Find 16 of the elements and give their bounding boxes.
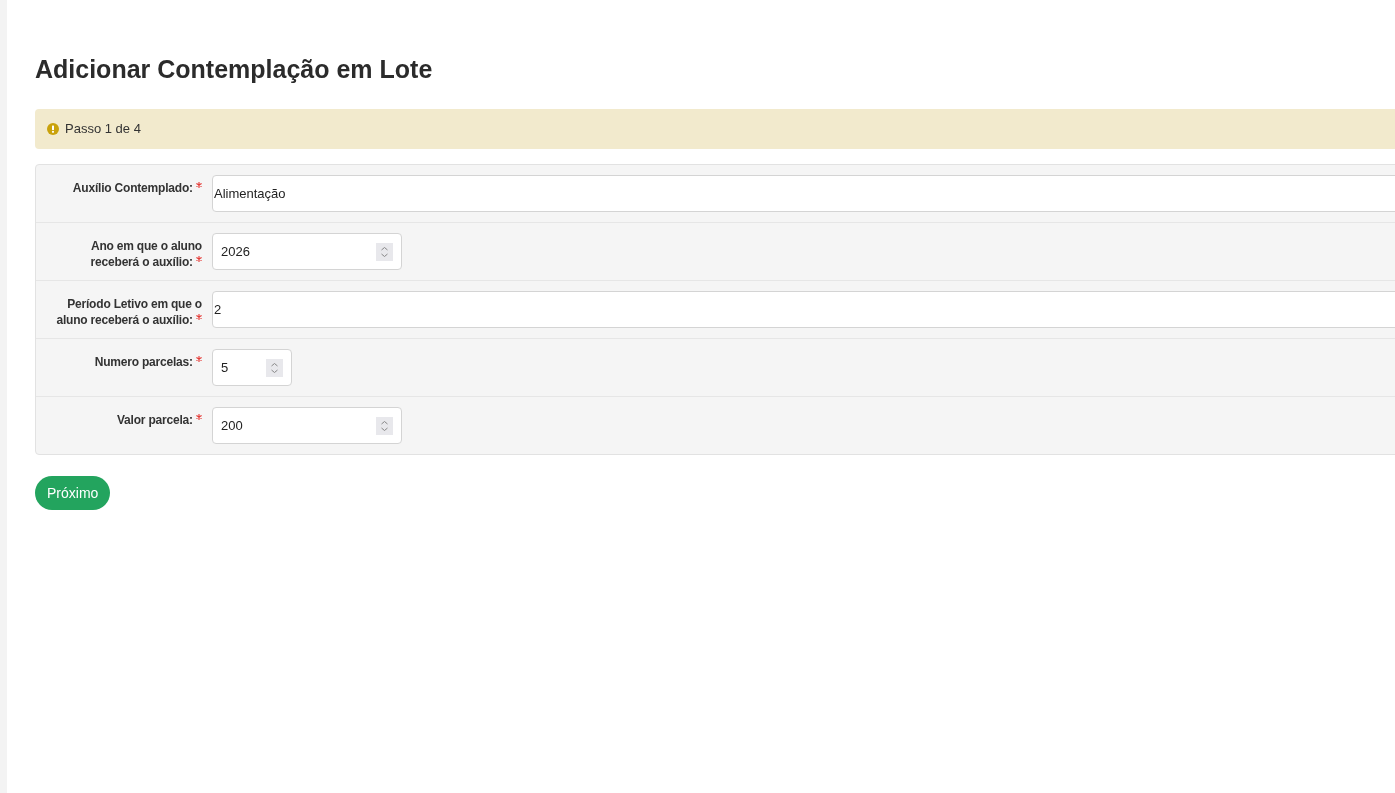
select-field[interactable]: Alimentação	[212, 175, 1395, 212]
warning-icon	[47, 123, 59, 135]
field-label: Período Letivo em que o aluno receberá o auxílio:	[56, 297, 202, 327]
stepper-icon[interactable]	[376, 242, 393, 261]
number-field[interactable]: 2026	[212, 233, 402, 270]
field-label: Ano em que o aluno receberá o auxílio:	[90, 239, 202, 269]
field-label: Auxílio Contemplado:	[72, 181, 193, 195]
page-title: Adicionar Contemplação em Lote	[35, 54, 433, 85]
stepper-icon[interactable]	[376, 416, 393, 435]
field-label: Numero parcelas:	[94, 355, 193, 369]
alert-text: Passo 1 de 4	[65, 120, 141, 139]
field-label: Valor parcela:	[116, 413, 193, 427]
number-field[interactable]: 200	[212, 407, 402, 444]
stepper-icon[interactable]	[266, 358, 283, 377]
select-field[interactable]: 2	[212, 291, 1395, 328]
number-field[interactable]: 5	[212, 349, 292, 386]
